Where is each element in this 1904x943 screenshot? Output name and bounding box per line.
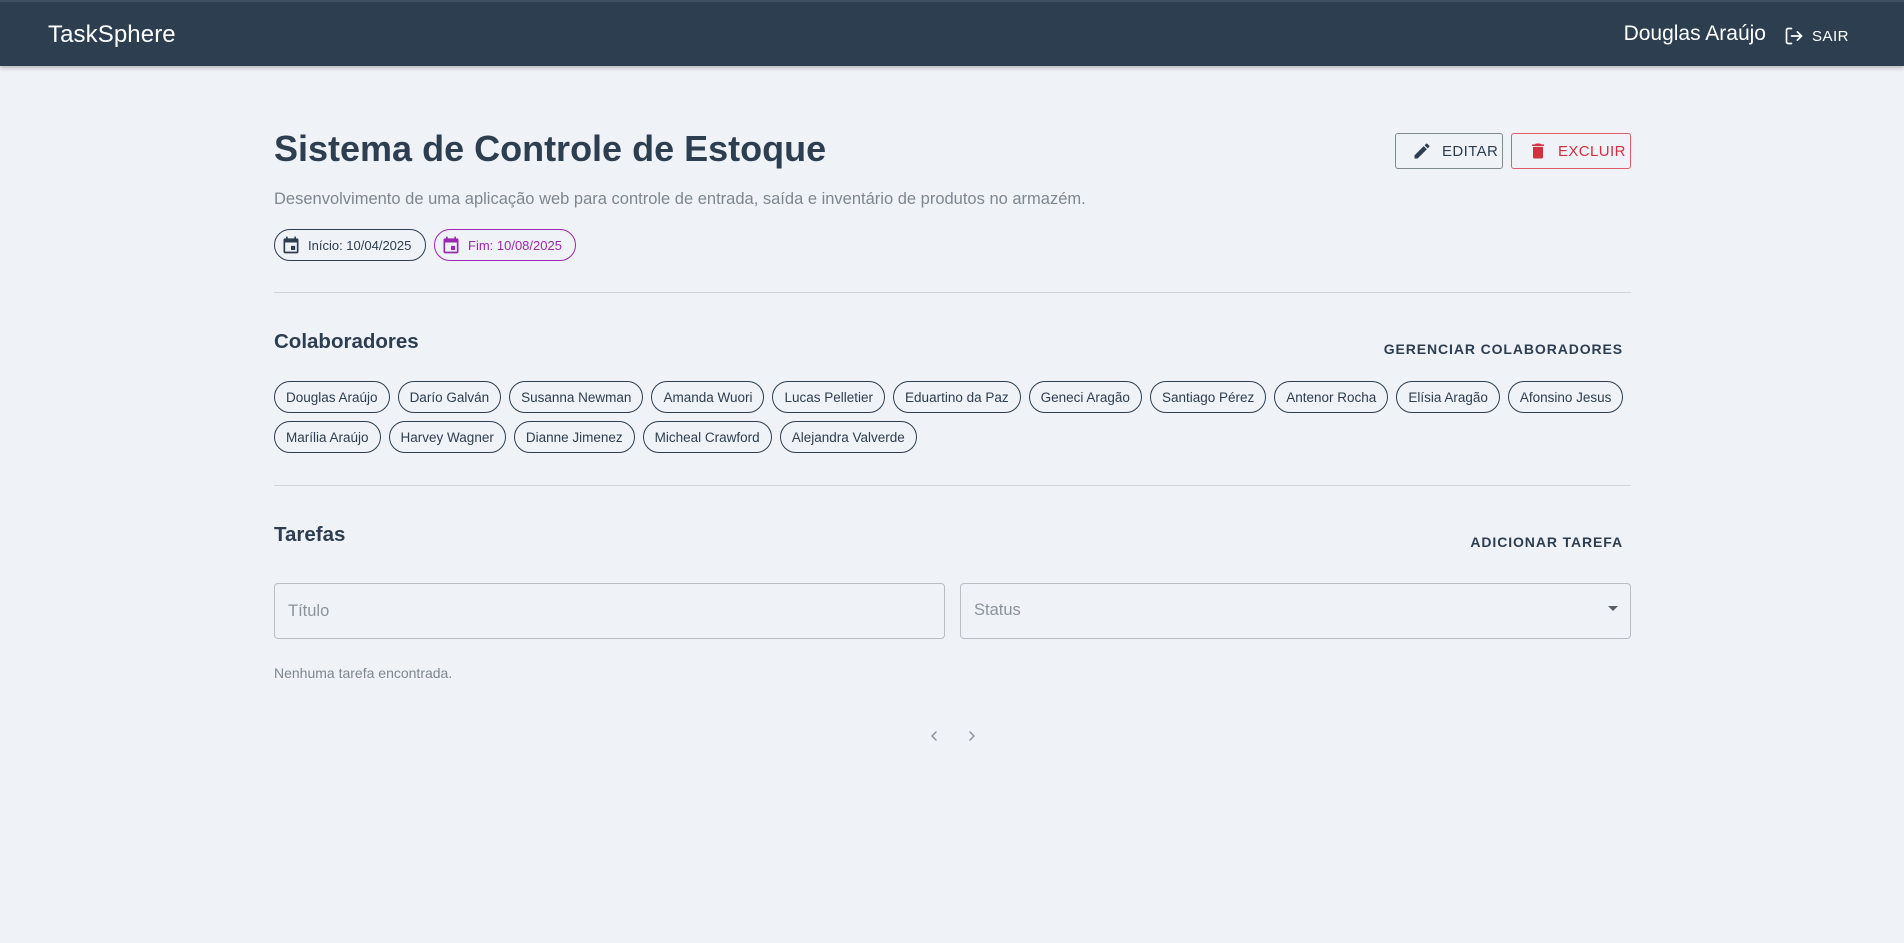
project-description: Desenvolvimento de uma aplicação web par… [274, 190, 1086, 208]
end-date-label: Fim: 10/08/2025 [468, 237, 562, 253]
chevron-right-icon [969, 731, 975, 741]
manage-collaborators-button[interactable]: GERENCIAR COLABORADORES [1384, 341, 1623, 357]
logout-button[interactable]: SAIR [1784, 24, 1849, 48]
logout-icon [1785, 27, 1803, 45]
logout-label: SAIR [1811, 27, 1849, 45]
tasks-title: Tarefas [274, 523, 346, 546]
start-date-label: Início: 10/04/2025 [308, 237, 412, 253]
collaborator-chip[interactable]: Susanna Newman [509, 381, 644, 413]
collaborator-list: Douglas Araújo Darío Galván Susanna Newm… [274, 381, 1631, 453]
collaborator-chip[interactable]: Micheal Crawford [642, 421, 772, 453]
divider [274, 485, 1631, 486]
app-bar: TaskSphere Douglas Araújo SAIR [0, 0, 1904, 66]
next-page-button[interactable] [962, 726, 982, 746]
chevron-left-icon [931, 731, 937, 741]
collaborator-chip[interactable]: Eduartino da Paz [893, 381, 1021, 413]
status-select[interactable]: Status [960, 583, 1631, 639]
edit-label: EDITAR [1442, 142, 1499, 160]
dropdown-arrow-icon [1608, 606, 1618, 611]
collaborator-chip[interactable]: Dianne Jimenez [513, 421, 635, 453]
status-select-label: Status [974, 601, 1021, 619]
end-date-chip: Fim: 10/08/2025 [434, 229, 576, 261]
app-brand[interactable]: TaskSphere [48, 21, 176, 49]
divider [274, 292, 1631, 293]
prev-page-button[interactable] [924, 726, 944, 746]
collaborator-chip[interactable]: Antenor Rocha [1274, 381, 1389, 413]
empty-tasks-message: Nenhuma tarefa encontrada. [274, 665, 453, 681]
add-task-button[interactable]: ADICIONAR TAREFA [1470, 534, 1623, 550]
task-title-field [274, 583, 945, 639]
pencil-icon [1414, 143, 1430, 159]
calendar-icon [283, 236, 299, 254]
collaborator-chip[interactable]: Marília Araújo [274, 421, 381, 453]
collaborator-chip[interactable]: Lucas Pelletier [772, 381, 886, 413]
task-title-input[interactable] [275, 584, 944, 638]
collaborators-title: Colaboradores [274, 330, 419, 353]
user-name: Douglas Araújo [1623, 22, 1766, 45]
delete-button[interactable]: EXCLUIR [1511, 133, 1631, 169]
collaborator-chip[interactable]: Alejandra Valverde [779, 421, 917, 453]
collaborator-chip[interactable]: Harvey Wagner [388, 421, 506, 453]
collaborator-chip[interactable]: Geneci Aragão [1028, 381, 1142, 413]
collaborator-chip[interactable]: Douglas Araújo [274, 381, 390, 413]
trash-icon [1532, 143, 1544, 159]
collaborator-chip[interactable]: Elísia Aragão [1396, 381, 1500, 413]
delete-label: EXCLUIR [1558, 142, 1626, 160]
calendar-icon [443, 236, 459, 254]
collaborator-chip[interactable]: Afonsino Jesus [1507, 381, 1624, 413]
collaborator-chip[interactable]: Darío Galván [397, 381, 502, 413]
edit-button[interactable]: EDITAR [1395, 133, 1503, 169]
project-title: Sistema de Controle de Estoque [274, 128, 827, 169]
collaborator-chip[interactable]: Amanda Wuori [651, 381, 765, 413]
collaborator-chip[interactable]: Santiago Pérez [1149, 381, 1267, 413]
start-date-chip: Início: 10/04/2025 [274, 229, 426, 261]
